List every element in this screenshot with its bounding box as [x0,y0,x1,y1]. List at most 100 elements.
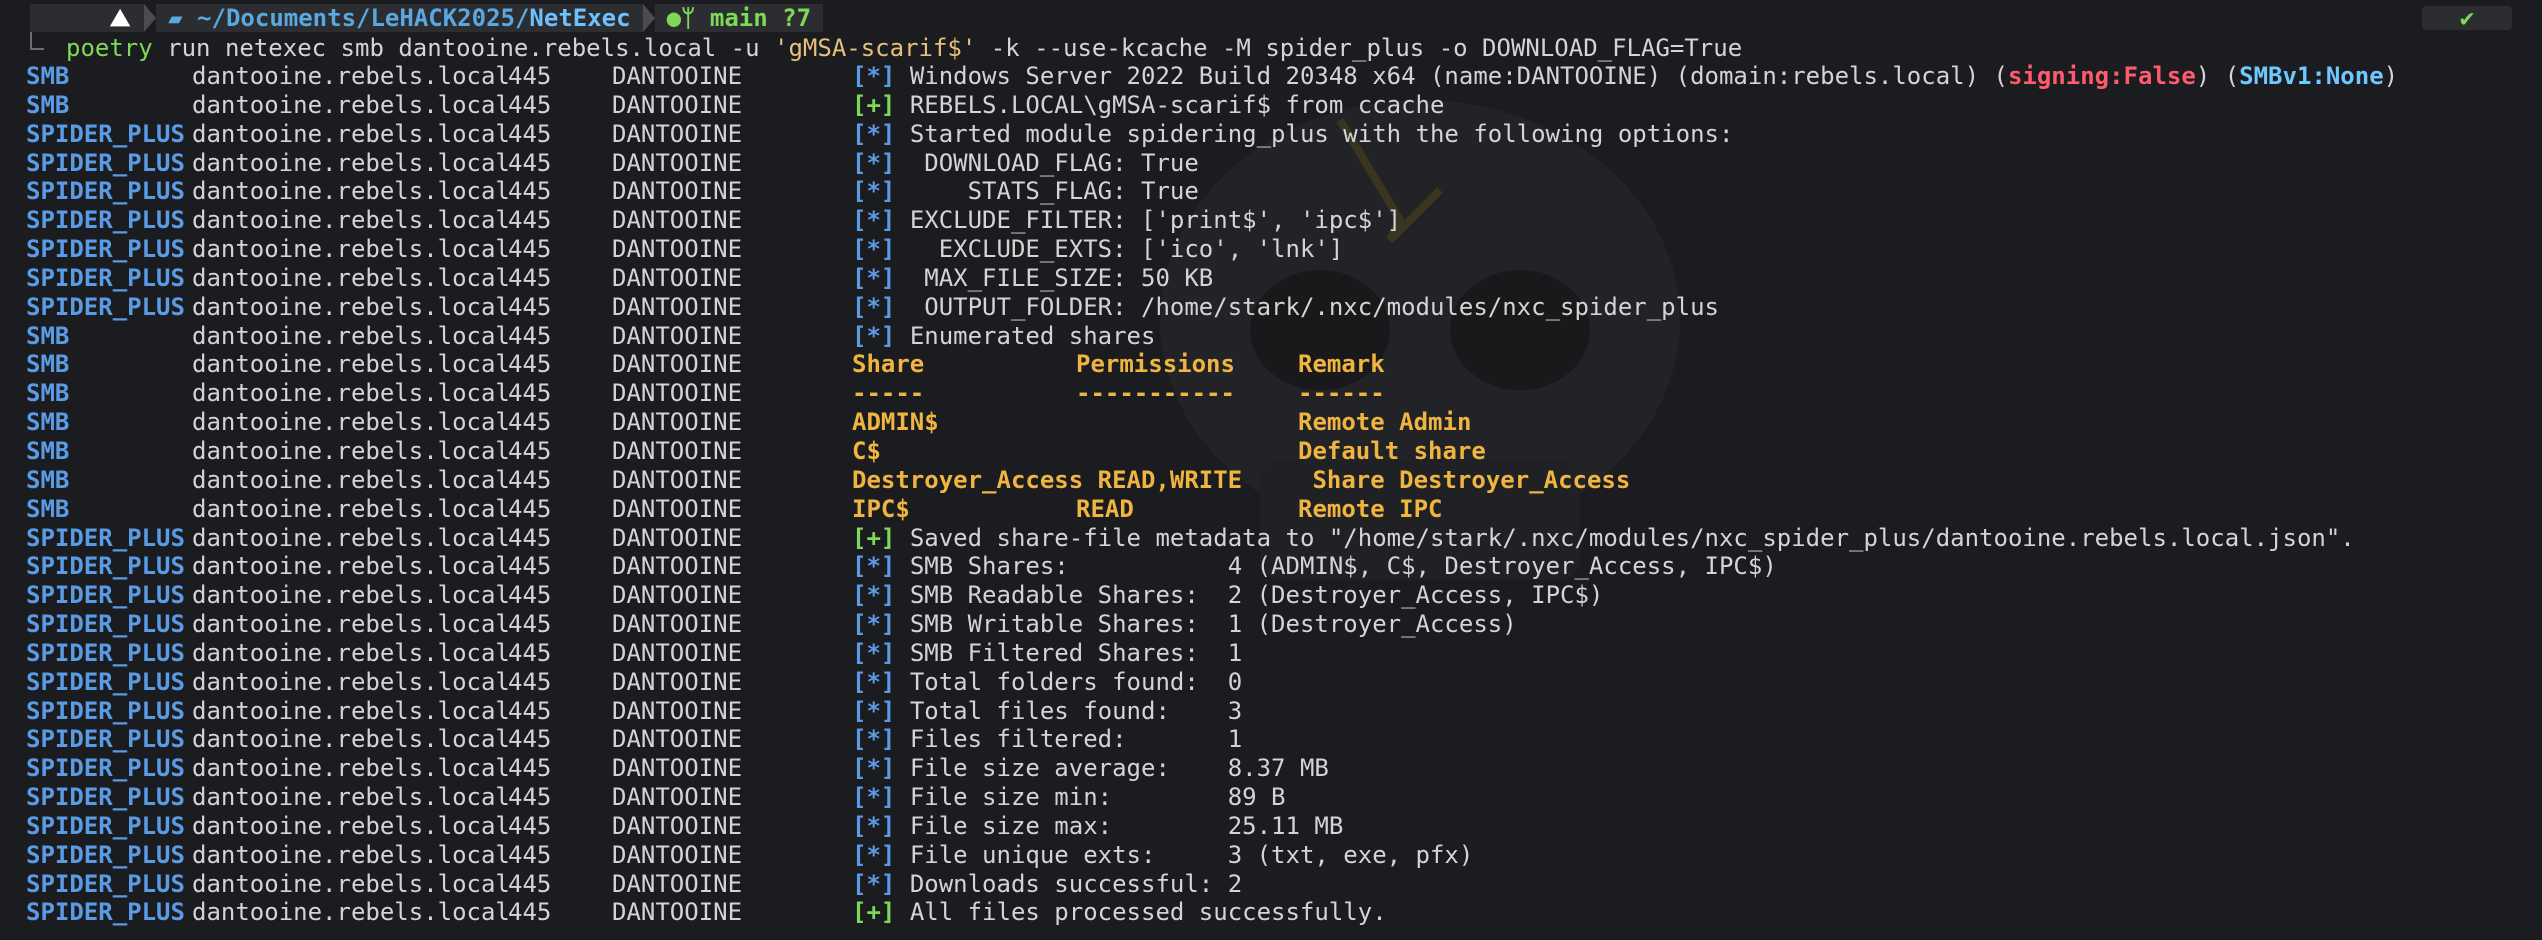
message-text: Enumerated shares [909,321,1156,350]
host-label: dantooine.rebels.local [192,581,510,610]
protocol-label: SPIDER_PLUS [26,177,185,206]
os-segment: ⛰ [30,4,145,32]
message-text: All files processed successfully. [909,898,1387,927]
output-line: SPIDER_PLUS dantooine.rebels.local 445 DANT… [26,206,2526,235]
output-line: SPIDER_PLUS dantooine.rebels.local 445 DANT… [26,264,2526,293]
status-tag: [*] [852,696,896,725]
git-branch: main ?7 [709,4,812,32]
command-args: run netexec smb dantooine.rebels.local -… [152,34,775,62]
share-name: IPC$ [852,494,910,523]
message: [*] EXCLUDE_EXTS: ['ico', 'lnk'] [852,235,1343,264]
status-tag: [*] [852,119,896,148]
host-label: dantooine.rebels.local [192,235,510,264]
message-text: Files filtered: 1 [909,725,1243,754]
message: [+] REBELS.LOCAL\gMSA-scarif$ from ccach… [852,91,1444,120]
port-label: 445 [508,350,552,379]
output-line: SPIDER_PLUS dantooine.rebels.local 445 DANT… [26,783,2526,812]
message-text: File size average: 8.37 MB [909,754,1329,783]
host-label: dantooine.rebels.local [192,379,510,408]
command-quoted-arg: 'gMSA-scarif$' [774,34,977,62]
host-label: dantooine.rebels.local [192,898,510,927]
share-remark: Remote IPC [1298,494,1443,523]
host-label: dantooine.rebels.local [192,465,510,494]
protocol-label: SPIDER_PLUS [26,263,185,292]
status-tag: [*] [852,869,896,898]
output-line: SMB dantooine.rebels.local 445 DANTOOINE ---… [26,379,2526,408]
output-line: SMB dantooine.rebels.local 445 DANTOOINE IPC… [26,495,2526,524]
protocol-label: SMB [26,494,70,523]
protocol-label: SPIDER_PLUS [26,840,185,869]
host-label: dantooine.rebels.local [192,408,510,437]
port-label: 445 [508,379,552,408]
netbios-name: DANTOOINE [612,667,743,696]
message-mid: ) ( [2195,62,2240,90]
share-remark: Remote Admin [1298,408,1472,437]
output-line: SMB dantooine.rebels.local 445 DANTOOINE ADM… [26,408,2526,437]
message: [+] Saved share-file metadata to "/home/… [852,524,2355,553]
protocol-label: SPIDER_PLUS [26,783,185,812]
protocol-label: SPIDER_PLUS [26,869,185,898]
port-label: 445 [508,436,552,465]
message: [*] OUTPUT_FOLDER: /home/stark/.nxc/modu… [852,293,1719,322]
host-label: dantooine.rebels.local [192,811,510,840]
host-label: dantooine.rebels.local [192,494,510,523]
host-label: dantooine.rebels.local [192,523,510,552]
netbios-name: DANTOOINE [612,638,743,667]
protocol-label: SPIDER_PLUS [26,811,185,840]
host-label: dantooine.rebels.local [192,754,510,783]
output-line: SMB dantooine.rebels.local 445 DANTOOINE Des… [26,466,2526,495]
netbios-name: DANTOOINE [612,321,743,350]
output-line: SPIDER_PLUS dantooine.rebels.local 445 DANT… [26,870,2526,899]
protocol-label: SMB [26,321,70,350]
status-tag: [*] [852,552,896,581]
output-line: SPIDER_PLUS dantooine.rebels.local 445 DANT… [26,177,2526,206]
protocol-label: SPIDER_PLUS [26,292,185,321]
terminal-output: SMB dantooine.rebels.local 445 DANTOOINE [*]… [26,62,2526,927]
share-remark: Remark [1298,350,1385,379]
protocol-label: SMB [26,379,70,408]
protocol-label: SMB [26,90,70,119]
message: [*] File size average: 8.37 MB [852,754,1329,783]
host-label: dantooine.rebels.local [192,638,510,667]
host-label: dantooine.rebels.local [192,206,510,235]
signing-flag: signing:False [2007,62,2196,90]
port-label: 445 [508,696,552,725]
output-line: SPIDER_PLUS dantooine.rebels.local 445 DANT… [26,552,2526,581]
shell-prompt: ⛰ ▰ ~/Documents/LeHACK2025/NetExec ● ᛘ m… [0,0,2542,40]
output-line: SPIDER_PLUS dantooine.rebels.local 445 DANT… [26,754,2526,783]
message: [*] STATS_FLAG: True [852,177,1199,206]
output-line: SPIDER_PLUS dantooine.rebels.local 445 DANT… [26,639,2526,668]
output-line: SPIDER_PLUS dantooine.rebels.local 445 DANT… [26,668,2526,697]
segment-separator [144,4,157,32]
output-line: SPIDER_PLUS dantooine.rebels.local 445 DANT… [26,725,2526,754]
port-label: 445 [508,638,552,667]
output-line: SMB dantooine.rebels.local 445 DANTOOINE [*]… [26,322,2526,351]
message-text: Saved share-file metadata to "/home/star… [909,523,2355,552]
netbios-name: DANTOOINE [612,235,743,264]
port-label: 445 [508,725,552,754]
share-remark: Default share [1298,436,1486,465]
netbios-name: DANTOOINE [612,292,743,321]
netbios-name: DANTOOINE [612,696,743,725]
protocol-label: SPIDER_PLUS [26,754,185,783]
port-label: 445 [508,263,552,292]
port-label: 445 [508,494,552,523]
output-line: SPIDER_PLUS dantooine.rebels.local 445 DANT… [26,235,2526,264]
status-tag: [*] [852,667,896,696]
port-label: 445 [508,177,552,206]
message-text: SMB Writable Shares: 1 (Destroyer_Access… [909,610,1517,639]
port-label: 445 [508,581,552,610]
host-label: dantooine.rebels.local [192,667,510,696]
port-label: 445 [508,465,552,494]
output-line: SMB dantooine.rebels.local 445 DANTOOINE Sha… [26,350,2526,379]
message: [*] Enumerated shares [852,322,1155,351]
protocol-label: SMB [26,62,70,90]
status-segment: ✔ [2422,4,2512,32]
command-line[interactable]: poetry run netexec smb dantooine.rebels.… [28,34,1742,62]
kali-dragon-icon: ⛰ [110,4,131,32]
netbios-name: DANTOOINE [612,494,743,523]
host-label: dantooine.rebels.local [192,292,510,321]
netbios-name: DANTOOINE [612,436,743,465]
message: [*] Total files found: 3 [852,697,1242,726]
share-name: C$ [852,436,881,465]
